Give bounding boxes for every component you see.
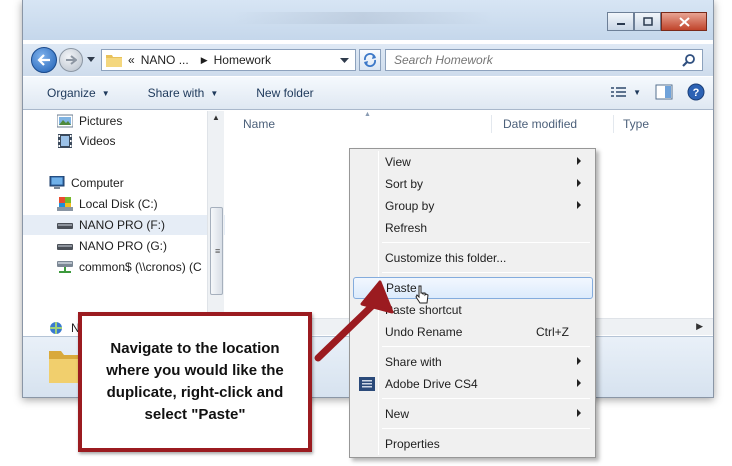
instruction-callout: Navigate to the location where you would… [78, 312, 312, 452]
callout-arrow-shaft [314, 302, 376, 362]
mouse-cursor-icon [415, 285, 429, 304]
callout-text: Navigate to the location where you would… [106, 340, 284, 423]
